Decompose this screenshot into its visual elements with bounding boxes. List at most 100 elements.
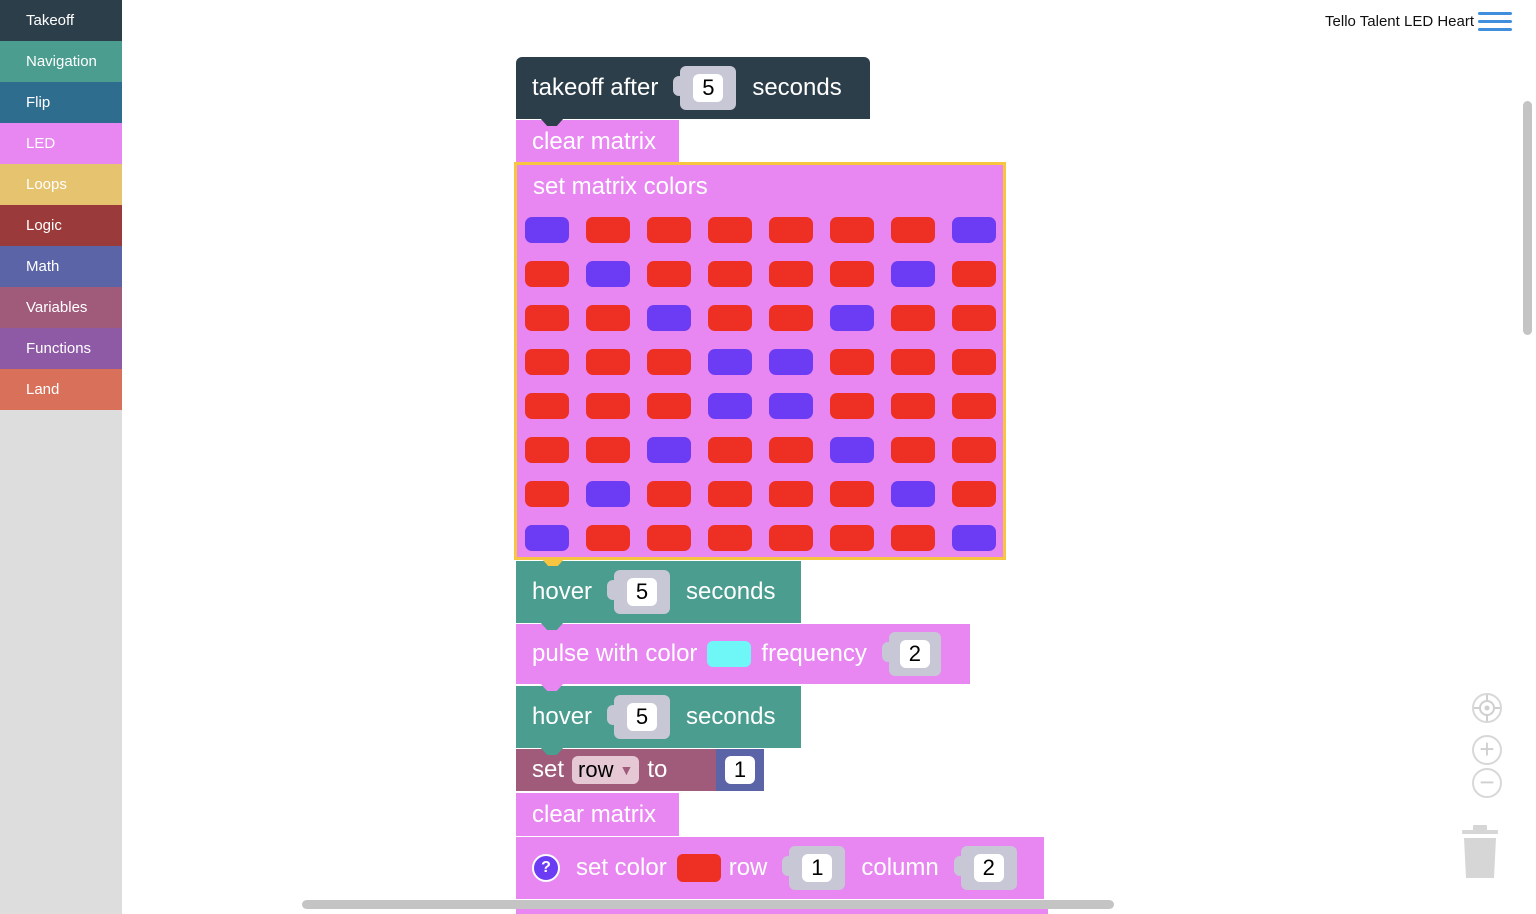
led-cell-r2-c3[interactable]: [647, 261, 691, 287]
led-cell-r2-c5[interactable]: [769, 261, 813, 287]
led-cell-r6-c4[interactable]: [708, 437, 752, 463]
category-flip[interactable]: Flip: [0, 82, 122, 123]
zoom-out-icon[interactable]: −: [1472, 768, 1502, 798]
led-cell-r8-c1[interactable]: [525, 525, 569, 551]
takeoff-after-block[interactable]: takeoff after 5 seconds: [516, 57, 870, 126]
led-cell-r7-c8[interactable]: [952, 481, 996, 507]
led-cell-r5-c8[interactable]: [952, 393, 996, 419]
led-cell-r5-c3[interactable]: [647, 393, 691, 419]
led-cell-r4-c1[interactable]: [525, 349, 569, 375]
hover-seconds-input[interactable]: 5: [627, 703, 658, 731]
led-cell-r2-c1[interactable]: [525, 261, 569, 287]
category-takeoff[interactable]: Takeoff: [0, 0, 122, 41]
led-cell-r3-c3[interactable]: [647, 305, 691, 331]
led-cell-r4-c6[interactable]: [830, 349, 874, 375]
led-cell-r6-c3[interactable]: [647, 437, 691, 463]
category-math[interactable]: Math: [0, 246, 122, 287]
takeoff-seconds-input[interactable]: 5: [693, 74, 724, 102]
led-cell-r4-c2[interactable]: [586, 349, 630, 375]
led-cell-r8-c8[interactable]: [952, 525, 996, 551]
frequency-input[interactable]: 2: [899, 640, 930, 668]
led-cell-r2-c7[interactable]: [891, 261, 935, 287]
led-cell-r2-c4[interactable]: [708, 261, 752, 287]
led-cell-r8-c4[interactable]: [708, 525, 752, 551]
led-cell-r3-c8[interactable]: [952, 305, 996, 331]
led-cell-r7-c6[interactable]: [830, 481, 874, 507]
led-cell-r1-c8[interactable]: [952, 217, 996, 243]
horizontal-scrollbar[interactable]: [302, 900, 1114, 909]
category-navigation[interactable]: Navigation: [0, 41, 122, 82]
led-cell-r8-c3[interactable]: [647, 525, 691, 551]
led-cell-r6-c5[interactable]: [769, 437, 813, 463]
clear-matrix-block[interactable]: clear matrix: [516, 120, 679, 163]
led-cell-r6-c8[interactable]: [952, 437, 996, 463]
led-cell-r5-c1[interactable]: [525, 393, 569, 419]
set-color-block[interactable]: ? set color row 1 column 2: [516, 837, 1044, 899]
led-cell-r3-c1[interactable]: [525, 305, 569, 331]
led-cell-r2-c8[interactable]: [952, 261, 996, 287]
led-cell-r8-c2[interactable]: [586, 525, 630, 551]
led-cell-r3-c4[interactable]: [708, 305, 752, 331]
led-cell-r7-c3[interactable]: [647, 481, 691, 507]
led-cell-r1-c7[interactable]: [891, 217, 935, 243]
led-cell-r4-c4[interactable]: [708, 349, 752, 375]
led-cell-r3-c7[interactable]: [891, 305, 935, 331]
led-cell-r7-c1[interactable]: [525, 481, 569, 507]
led-cell-r4-c8[interactable]: [952, 349, 996, 375]
led-cell-r6-c7[interactable]: [891, 437, 935, 463]
led-cell-r8-c7[interactable]: [891, 525, 935, 551]
crosshair-icon[interactable]: [1472, 693, 1502, 723]
variable-dropdown[interactable]: row ▼: [572, 756, 640, 784]
led-cell-r1-c5[interactable]: [769, 217, 813, 243]
set-variable-block[interactable]: set row ▼ to: [516, 749, 716, 791]
set-matrix-colors-block[interactable]: set matrix colors: [514, 162, 1006, 566]
led-cell-r4-c7[interactable]: [891, 349, 935, 375]
led-cell-r4-c5[interactable]: [769, 349, 813, 375]
led-cell-r2-c2[interactable]: [586, 261, 630, 287]
led-cell-r6-c2[interactable]: [586, 437, 630, 463]
zoom-in-icon[interactable]: +: [1472, 735, 1502, 765]
led-cell-r7-c4[interactable]: [708, 481, 752, 507]
led-cell-r7-c7[interactable]: [891, 481, 935, 507]
column-input[interactable]: 2: [973, 854, 1004, 882]
vertical-scrollbar[interactable]: [1523, 101, 1532, 335]
hover-seconds-input[interactable]: 5: [627, 578, 658, 606]
led-cell-r1-c4[interactable]: [708, 217, 752, 243]
led-cell-r1-c6[interactable]: [830, 217, 874, 243]
led-cell-r7-c5[interactable]: [769, 481, 813, 507]
category-loops[interactable]: Loops: [0, 164, 122, 205]
category-logic[interactable]: Logic: [0, 205, 122, 246]
led-cell-r1-c2[interactable]: [586, 217, 630, 243]
led-cell-r4-c3[interactable]: [647, 349, 691, 375]
pulse-with-color-block[interactable]: pulse with color frequency 2: [516, 624, 970, 691]
led-cell-r5-c2[interactable]: [586, 393, 630, 419]
led-cell-r7-c2[interactable]: [586, 481, 630, 507]
trash-icon[interactable]: [1458, 822, 1502, 880]
led-cell-r2-c6[interactable]: [830, 261, 874, 287]
row-input[interactable]: 1: [802, 854, 833, 882]
led-cell-r8-c5[interactable]: [769, 525, 813, 551]
led-cell-r5-c6[interactable]: [830, 393, 874, 419]
led-cell-r5-c5[interactable]: [769, 393, 813, 419]
category-land[interactable]: Land: [0, 369, 122, 410]
led-cell-r3-c2[interactable]: [586, 305, 630, 331]
help-icon[interactable]: ?: [532, 854, 560, 882]
led-cell-r5-c7[interactable]: [891, 393, 935, 419]
led-cell-r8-c6[interactable]: [830, 525, 874, 551]
hamburger-menu-icon[interactable]: [1478, 9, 1512, 35]
set-color-swatch[interactable]: [676, 854, 721, 882]
hover-block[interactable]: hover 5 seconds: [516, 561, 801, 630]
led-cell-r5-c4[interactable]: [708, 393, 752, 419]
category-variables[interactable]: Variables: [0, 287, 122, 328]
led-cell-r6-c1[interactable]: [525, 437, 569, 463]
led-cell-r3-c6[interactable]: [830, 305, 874, 331]
math-number-block[interactable]: 1: [716, 749, 764, 791]
category-led[interactable]: LED: [0, 123, 122, 164]
led-cell-r1-c3[interactable]: [647, 217, 691, 243]
led-cell-r1-c1[interactable]: [525, 217, 569, 243]
category-functions[interactable]: Functions: [0, 328, 122, 369]
led-cell-r6-c6[interactable]: [830, 437, 874, 463]
led-cell-r3-c5[interactable]: [769, 305, 813, 331]
pulse-color-swatch[interactable]: [707, 641, 752, 667]
clear-matrix-block[interactable]: clear matrix: [516, 793, 679, 836]
